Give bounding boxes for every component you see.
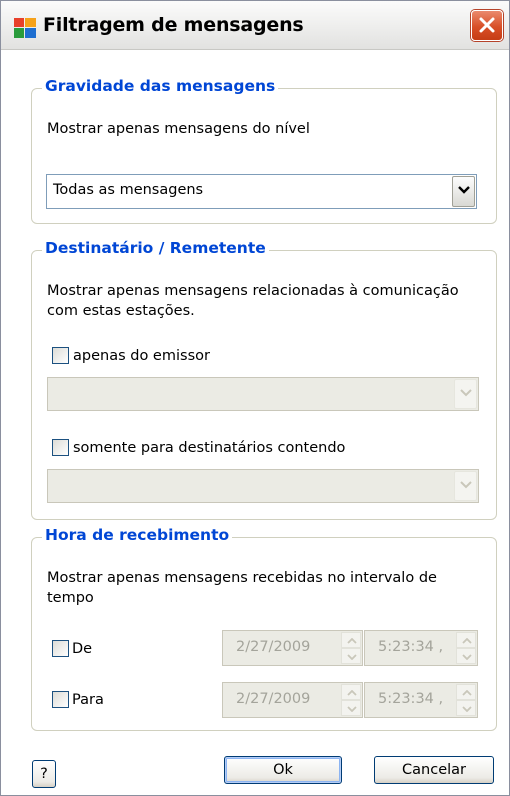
from-date-value: 2/27/2009 [236,639,311,655]
filter-dialog: Filtragem de mensagens Gravidade das men… [0,0,510,796]
spin-up-icon[interactable] [456,684,476,700]
spin-down-icon[interactable] [341,648,361,664]
to-time-value: 5:23:34 , [378,691,444,707]
time-description-line2: tempo [47,590,94,606]
to-date-value: 2/27/2009 [236,691,311,707]
to-time-spinner[interactable] [456,684,476,716]
to-checkbox[interactable] [52,691,69,708]
from-time-spinner[interactable] [456,632,476,664]
recipient-description-line1: Mostrar apenas mensagens relacionadas à … [47,283,459,299]
sender-checkbox[interactable] [52,347,69,364]
sender-dropdown[interactable] [47,377,479,411]
close-icon[interactable] [471,10,503,41]
avg-app-icon [13,15,37,39]
severity-level-value: Todas as mensagens [53,182,204,198]
to-date-picker[interactable]: 2/27/2009 [222,682,363,718]
severity-description: Mostrar apenas mensagens do nível [47,121,310,137]
from-time-value: 5:23:34 , [378,639,444,655]
title-bar[interactable]: Filtragem de mensagens [1,1,509,50]
time-description-line1: Mostrar apenas mensagens recebidas no in… [47,570,437,586]
chevron-down-icon[interactable] [454,471,477,501]
recipients-dropdown[interactable] [47,469,479,503]
spin-up-icon[interactable] [456,632,476,648]
spin-up-icon[interactable] [341,632,361,648]
sender-checkbox-label[interactable]: apenas do emissor [73,346,210,366]
to-checkbox-label[interactable]: Para [72,690,104,710]
from-time-picker[interactable]: 5:23:34 , [364,630,478,666]
spin-down-icon[interactable] [456,700,476,716]
spin-down-icon[interactable] [341,700,361,716]
from-checkbox[interactable] [52,640,69,657]
severity-legend: Gravidade das mensagens [42,77,279,95]
spin-up-icon[interactable] [341,684,361,700]
from-checkbox-label[interactable]: De [72,639,92,659]
cancel-button[interactable]: Cancelar [374,756,494,784]
window-title: Filtragem de mensagens [43,14,304,36]
received-time-legend: Hora de recebimento [42,526,233,544]
ok-button[interactable]: Ok [224,756,342,784]
recipients-checkbox-label[interactable]: somente para destinatários contendo [73,438,345,458]
recipients-checkbox[interactable] [52,439,69,456]
chevron-down-icon[interactable] [452,176,475,207]
spin-down-icon[interactable] [456,648,476,664]
to-time-picker[interactable]: 5:23:34 , [364,682,478,718]
help-button[interactable]: ? [32,760,56,788]
from-date-picker[interactable]: 2/27/2009 [222,630,363,666]
chevron-down-icon[interactable] [454,379,477,409]
severity-level-dropdown[interactable]: Todas as mensagens [46,174,477,209]
from-date-spinner[interactable] [341,632,361,664]
recipient-sender-legend: Destinatário / Remetente [42,239,269,257]
to-date-spinner[interactable] [341,684,361,716]
recipient-description-line2: com estas estações. [47,303,195,319]
